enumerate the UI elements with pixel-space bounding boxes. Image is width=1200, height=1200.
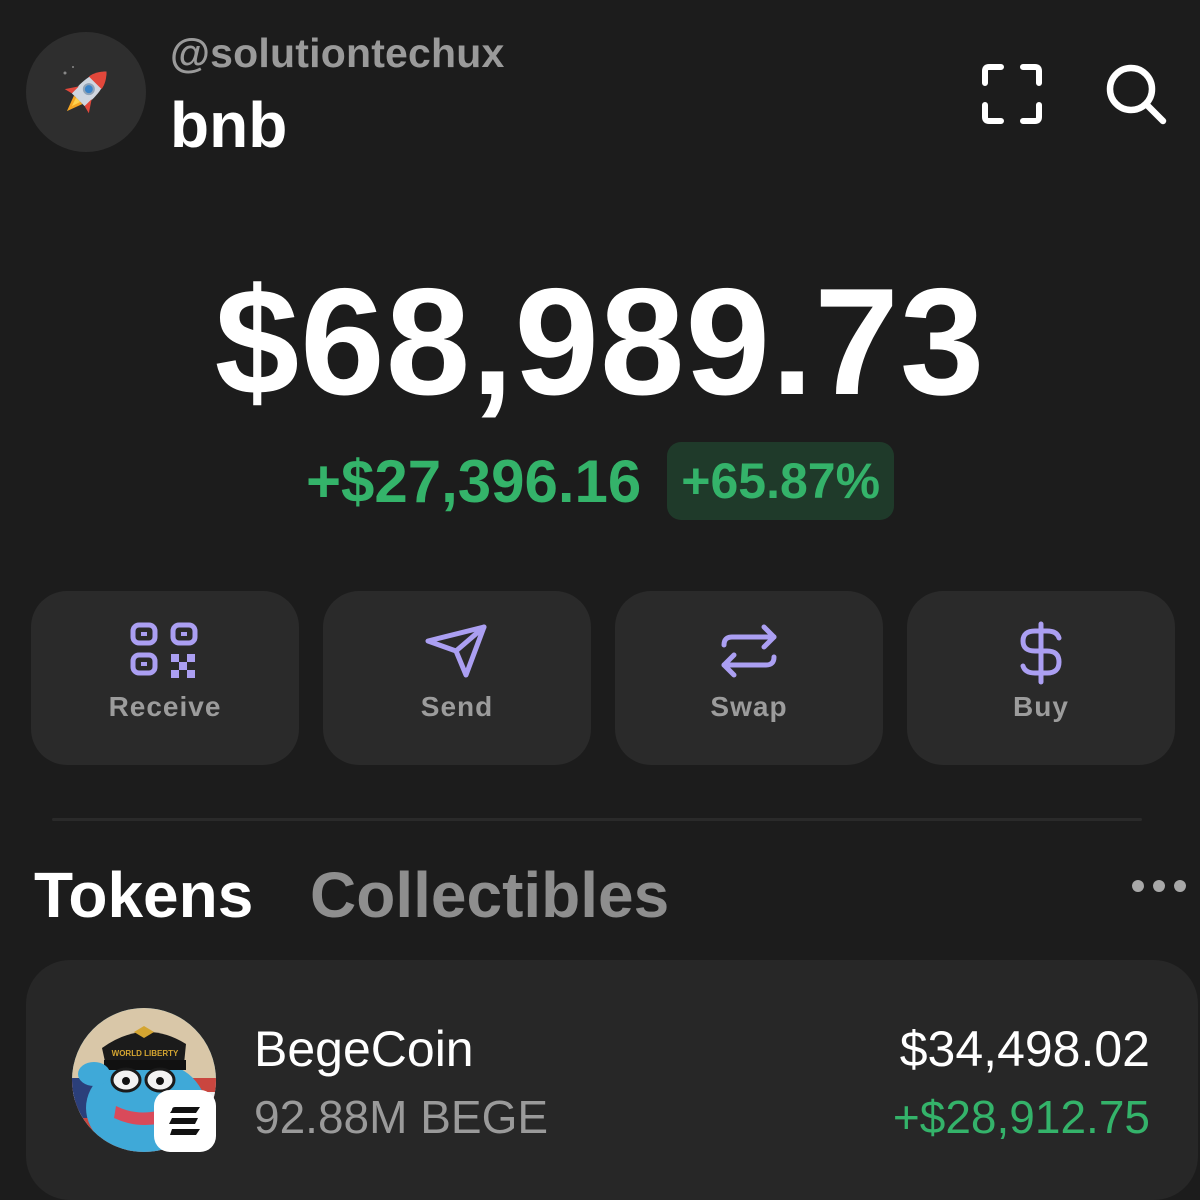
- tab-tokens[interactable]: Tokens: [34, 858, 253, 932]
- send-button[interactable]: Send: [323, 591, 591, 765]
- account-handle: @solutiontechux: [170, 30, 505, 76]
- dollar-icon: [1020, 621, 1062, 685]
- swap-button[interactable]: Swap: [615, 591, 883, 765]
- receive-label: Receive: [108, 691, 222, 722]
- token-amount: 92.88M BEGE: [254, 1091, 549, 1143]
- account-avatar[interactable]: [26, 32, 146, 152]
- scan-button[interactable]: [976, 58, 1048, 130]
- buy-button[interactable]: Buy: [907, 591, 1175, 765]
- receive-button[interactable]: Receive: [31, 591, 299, 765]
- balance-change-row: +$27,396.16 +65.87%: [0, 442, 1200, 520]
- total-balance: $68,989.73: [214, 257, 986, 427]
- balance-change-percent-badge: +65.87%: [667, 442, 895, 520]
- tab-collectibles[interactable]: Collectibles: [310, 858, 669, 932]
- section-divider: [52, 818, 1142, 821]
- token-row-begecoin[interactable]: WORLD LIBERTY BegeCoin 92.88M BEGE $34,4…: [26, 960, 1198, 1200]
- swap-icon: [721, 624, 777, 678]
- account-name[interactable]: bnb: [170, 88, 287, 162]
- scan-icon: [982, 64, 1042, 124]
- qr-code-icon: [130, 622, 198, 678]
- token-name: BegeCoin: [254, 1021, 474, 1077]
- logo-hat-text: WORLD LIBERTY: [112, 1049, 179, 1058]
- search-icon: [1106, 64, 1167, 125]
- token-change: +$28,912.75: [892, 1091, 1150, 1143]
- solana-chain-badge: [154, 1090, 216, 1152]
- send-label: Send: [420, 691, 494, 722]
- more-icon[interactable]: [1132, 880, 1186, 892]
- send-icon: [425, 624, 487, 678]
- buy-label: Buy: [1013, 691, 1069, 722]
- balance-change-amount: +$27,396.16: [305, 447, 642, 515]
- rocket-icon: [63, 66, 107, 114]
- search-button[interactable]: [1100, 58, 1172, 130]
- swap-label: Swap: [710, 691, 788, 722]
- token-value: $34,498.02: [899, 1021, 1150, 1077]
- solana-icon: [169, 1107, 200, 1135]
